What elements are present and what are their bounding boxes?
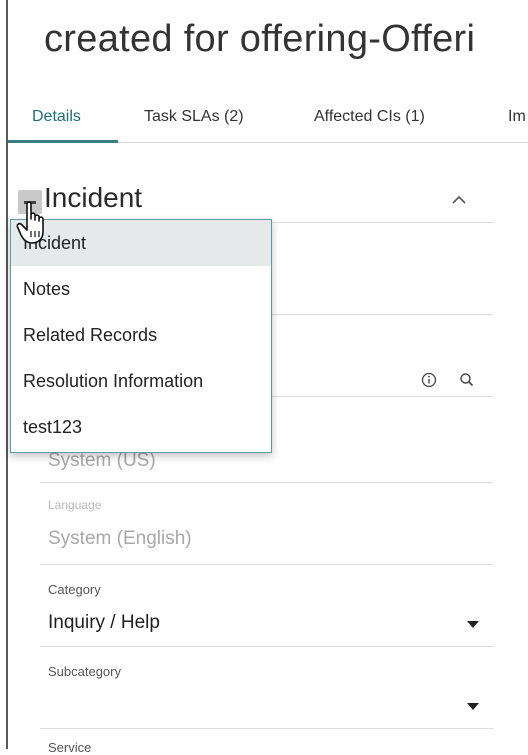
service-label: Service <box>48 740 92 755</box>
section-nav-menu: Incident Notes Related Records Resolutio… <box>10 219 272 453</box>
language-label: Language <box>48 498 102 512</box>
menu-item-related-records[interactable]: Related Records <box>11 312 271 358</box>
section-header: Incident <box>18 180 493 223</box>
menu-item-test123[interactable]: test123 <box>11 404 271 450</box>
subcategory-select[interactable]: Subcategory <box>40 656 493 729</box>
section-title: Incident <box>44 182 143 213</box>
category-label: Category <box>48 582 101 597</box>
menu-item-incident[interactable]: Incident <box>11 220 271 266</box>
language-value: System (English) <box>48 528 192 549</box>
hand-cursor-icon <box>16 201 44 244</box>
timezone-value: System (US) <box>48 450 156 471</box>
tab-affected-cis[interactable]: Affected CIs (1) <box>314 108 425 138</box>
menu-item-notes[interactable]: Notes <box>11 266 271 312</box>
search-icon[interactable] <box>458 371 476 389</box>
chevron-down-icon[interactable] <box>467 621 479 628</box>
tab-bar: Details Task SLAs (2) Affected CIs (1) I… <box>8 98 528 143</box>
tab-details[interactable]: Details <box>32 108 81 138</box>
active-tab-indicator <box>8 140 118 143</box>
language-field[interactable]: Language System (English) <box>40 490 493 565</box>
info-icon[interactable] <box>420 371 438 389</box>
category-value: Inquiry / Help <box>48 612 160 633</box>
menu-item-resolution-information[interactable]: Resolution Information <box>11 358 271 404</box>
tab-task-slas[interactable]: Task SLAs (2) <box>144 108 244 138</box>
subcategory-label: Subcategory <box>48 664 121 679</box>
chevron-down-icon[interactable] <box>467 703 479 710</box>
category-select[interactable]: Category Inquiry / Help <box>40 574 493 647</box>
tab-impacted[interactable]: Im <box>508 108 526 138</box>
chevron-up-icon[interactable] <box>447 188 471 212</box>
record-title: created for offering-Offeri <box>44 18 476 60</box>
